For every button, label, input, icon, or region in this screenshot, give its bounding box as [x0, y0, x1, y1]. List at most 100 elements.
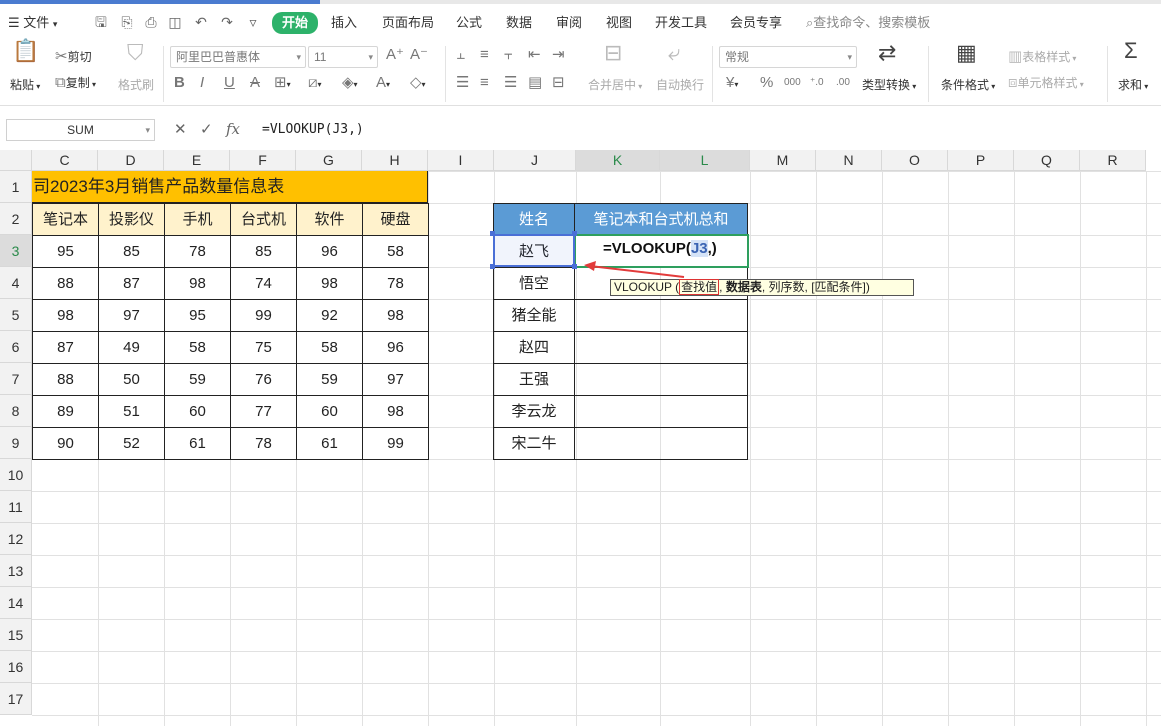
redo-icon[interactable]: ↷ [218, 13, 236, 31]
insert-function-icon[interactable]: fx [226, 120, 240, 138]
header-cell[interactable]: 硬盘 [362, 203, 429, 236]
italic-icon[interactable]: I [200, 74, 204, 92]
data-cell[interactable]: 61 [164, 427, 231, 460]
header-cell[interactable]: 投影仪 [98, 203, 165, 236]
data-cell[interactable]: 98 [362, 299, 429, 332]
currency-icon[interactable]: ¥▾ [726, 74, 738, 92]
conditional-format-icon[interactable]: ▦ [956, 42, 977, 64]
distributed-icon[interactable]: ⊟ [552, 74, 565, 92]
tab-home[interactable]: 开始 [272, 12, 319, 34]
column-header-q[interactable]: Q [1014, 150, 1080, 171]
tab-view[interactable]: 视图 [606, 14, 632, 32]
data-cell[interactable]: 58 [164, 331, 231, 364]
data-cell[interactable]: 76 [230, 363, 297, 396]
data-cell[interactable]: 96 [296, 235, 363, 268]
row-header-17[interactable]: 17 [0, 683, 32, 715]
align-middle-icon[interactable]: ≡ [480, 46, 489, 64]
command-search[interactable]: ⌕查找命令、搜索模板 [806, 14, 930, 32]
data-cell[interactable]: 98 [296, 267, 363, 300]
customize-quick-access-icon[interactable]: ▿ [244, 13, 262, 31]
row-header-12[interactable]: 12 [0, 523, 32, 555]
tab-member[interactable]: 会员专享 [730, 14, 782, 32]
data-cell[interactable]: 95 [164, 299, 231, 332]
percent-icon[interactable]: % [760, 74, 773, 92]
column-header-f[interactable]: F [230, 150, 296, 171]
merge-center-button[interactable]: 合并居中 ▾ [588, 76, 642, 93]
header-cell[interactable]: 软件 [296, 203, 363, 236]
name-box[interactable]: SUM ▾ [6, 119, 155, 141]
row-header-6[interactable]: 6 [0, 331, 32, 363]
selection-handle[interactable] [572, 231, 577, 236]
name-cell[interactable]: 王强 [493, 363, 575, 396]
tab-review[interactable]: 审阅 [556, 14, 582, 32]
data-cell[interactable]: 98 [362, 395, 429, 428]
print-icon[interactable]: ⎙ [142, 13, 160, 31]
align-right-icon[interactable]: ☰ [504, 74, 517, 92]
menu-file[interactable]: ☰ 文件 ▾ [8, 14, 57, 32]
export-icon[interactable]: ⎘ [118, 13, 136, 31]
borders-icon[interactable]: ⊞▾ [274, 74, 291, 92]
data-cell[interactable]: 89 [32, 395, 99, 428]
data-cell[interactable]: 85 [98, 235, 165, 268]
row-header-3[interactable]: 3 [0, 235, 32, 267]
merge-center-icon[interactable]: ⊟ [604, 42, 622, 64]
sum-cell[interactable] [574, 427, 748, 460]
column-header-n[interactable]: N [816, 150, 882, 171]
sum-cell[interactable] [574, 395, 748, 428]
tab-developer[interactable]: 开发工具 [655, 14, 707, 32]
data-cell[interactable]: 50 [98, 363, 165, 396]
name-cell[interactable]: 赵四 [493, 331, 575, 364]
row-header-1[interactable]: 1 [0, 171, 32, 203]
column-header-l[interactable]: L [660, 150, 750, 171]
tab-formulas[interactable]: 公式 [456, 14, 482, 32]
data-cell[interactable]: 58 [362, 235, 429, 268]
align-center-icon[interactable]: ≡ [480, 74, 489, 92]
column-header-k[interactable]: K [576, 150, 660, 171]
thousands-icon[interactable]: 000 [784, 74, 801, 92]
column-header-g[interactable]: G [296, 150, 362, 171]
wrap-text-icon[interactable]: ⤶ [668, 42, 680, 64]
column-header-m[interactable]: M [750, 150, 816, 171]
save-icon[interactable]: 🖫 [92, 13, 110, 31]
font-size-select[interactable]: 11 ▾ [308, 46, 378, 68]
data-cell[interactable]: 75 [230, 331, 297, 364]
select-all-corner[interactable] [0, 150, 32, 171]
row-header-10[interactable]: 10 [0, 459, 32, 491]
clear-format-icon[interactable]: ◇▾ [410, 74, 426, 92]
data-cell[interactable]: 87 [98, 267, 165, 300]
data-cell[interactable]: 99 [230, 299, 297, 332]
type-convert-button[interactable]: 类型转换 ▾ [862, 76, 916, 93]
row-header-14[interactable]: 14 [0, 587, 32, 619]
data-cell[interactable]: 78 [362, 267, 429, 300]
header-cell[interactable]: 笔记本 [32, 203, 99, 236]
data-cell[interactable]: 92 [296, 299, 363, 332]
tab-insert[interactable]: 插入 [331, 14, 357, 32]
selection-handle[interactable] [572, 264, 577, 269]
cell-style-brush-icon[interactable]: ⧄▾ [308, 74, 322, 92]
row-header-7[interactable]: 7 [0, 363, 32, 395]
column-header-h[interactable]: H [362, 150, 428, 171]
data-cell[interactable]: 88 [32, 267, 99, 300]
column-header-o[interactable]: O [882, 150, 948, 171]
data-cell[interactable]: 87 [32, 331, 99, 364]
row-header-16[interactable]: 16 [0, 651, 32, 683]
data-cell[interactable]: 85 [230, 235, 297, 268]
data-cell[interactable]: 97 [98, 299, 165, 332]
format-painter-button[interactable]: 格式刷 [118, 76, 154, 93]
data-cell[interactable]: 49 [98, 331, 165, 364]
data-cell[interactable]: 61 [296, 427, 363, 460]
data-cell[interactable]: 52 [98, 427, 165, 460]
data-cell[interactable]: 51 [98, 395, 165, 428]
name-cell[interactable]: 悟空 [493, 267, 575, 300]
data-cell[interactable]: 95 [32, 235, 99, 268]
row-header-2[interactable]: 2 [0, 203, 32, 235]
data-cell[interactable]: 99 [362, 427, 429, 460]
increase-decimal-icon[interactable]: ⁺.0 [810, 74, 824, 92]
column-header-p[interactable]: P [948, 150, 1014, 171]
sum-icon[interactable]: Σ [1124, 40, 1138, 62]
paste-button[interactable]: 📋 [12, 40, 39, 62]
data-cell[interactable]: 96 [362, 331, 429, 364]
outdent-icon[interactable]: ⇤ [528, 46, 541, 64]
row-header-5[interactable]: 5 [0, 299, 32, 331]
enter-icon[interactable]: ✓ [200, 120, 213, 138]
